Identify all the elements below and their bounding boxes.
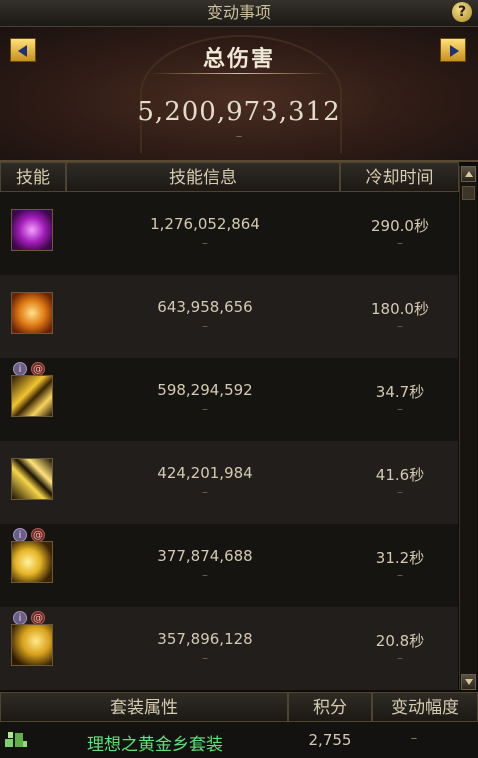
skill-damage-change: – bbox=[202, 485, 208, 499]
column-header-set-attr: 套装属性 bbox=[0, 692, 288, 722]
skill-list-scrollbar[interactable] bbox=[459, 166, 477, 690]
scroll-up-button[interactable] bbox=[461, 166, 476, 182]
skill-cooldown: 41.6秒 bbox=[375, 466, 425, 484]
rune-badge-icon: i bbox=[13, 362, 27, 376]
set-name: 理想之黄金乡套装 bbox=[87, 735, 223, 755]
total-damage-header: 总伤害 5,200,973,312 – bbox=[0, 27, 478, 162]
skill-badges: i @ bbox=[13, 606, 49, 625]
skill-badges: i @ bbox=[13, 523, 49, 542]
chevron-up-icon bbox=[465, 171, 473, 177]
skill-damage: 1,276,052,864 bbox=[150, 215, 260, 233]
skill-row[interactable]: i @ 377,874,688 – 31.2秒 – bbox=[0, 524, 458, 607]
column-header-change: 变动幅度 bbox=[372, 692, 478, 722]
rune-badge-icon: i bbox=[13, 611, 27, 625]
total-damage-value: 5,200,973,312 bbox=[137, 97, 341, 127]
window-title: 变动事项 bbox=[206, 3, 271, 22]
fire-burst-skill-icon bbox=[11, 292, 53, 334]
skill-damage: 377,874,688 bbox=[157, 547, 253, 565]
scroll-thumb[interactable] bbox=[462, 186, 475, 200]
skill-cooldown-change: – bbox=[397, 236, 403, 250]
skill-row[interactable]: i @ 598,294,592 – 34.7秒 – bbox=[0, 358, 458, 441]
skill-row[interactable]: 424,201,984 – 41.6秒 – bbox=[0, 441, 458, 524]
skill-badges: i @ bbox=[13, 357, 49, 376]
golden-wing-skill-icon bbox=[11, 541, 53, 583]
column-header-cooldown: 冷却时间 bbox=[340, 162, 459, 192]
skill-cooldown-change: – bbox=[397, 568, 403, 582]
skill-cooldown-change: – bbox=[397, 485, 403, 499]
skill-damage: 357,896,128 bbox=[157, 630, 253, 648]
skill-cooldown: 20.8秒 bbox=[375, 632, 425, 650]
set-change: – bbox=[410, 731, 418, 746]
lightning-strike-skill-icon bbox=[11, 458, 53, 500]
swirl-badge-icon: @ bbox=[31, 528, 45, 542]
swirl-badge-icon: @ bbox=[31, 362, 45, 376]
window-titlebar: 变动事项 ? bbox=[0, 0, 478, 27]
skill-damage-change: – bbox=[202, 236, 208, 250]
skill-damage-change: – bbox=[202, 319, 208, 333]
skill-damage-change: – bbox=[202, 568, 208, 582]
skill-damage-change: – bbox=[202, 651, 208, 665]
skill-damage: 598,294,592 bbox=[157, 381, 253, 399]
skill-cooldown-change: – bbox=[397, 319, 403, 333]
skill-cooldown: 290.0秒 bbox=[371, 217, 429, 235]
skill-damage-change: – bbox=[202, 402, 208, 416]
header-title: 总伤害 bbox=[202, 47, 275, 72]
skill-cooldown: 34.7秒 bbox=[375, 383, 425, 401]
skill-damage: 643,958,656 bbox=[157, 298, 253, 316]
chevron-down-icon bbox=[465, 679, 473, 685]
header-divider bbox=[150, 73, 328, 74]
golden-claw-skill-icon bbox=[11, 624, 53, 666]
skill-list[interactable]: 1,276,052,864 – 290.0秒 – 643,958,656 – 1… bbox=[0, 192, 458, 690]
swirl-badge-icon: @ bbox=[31, 611, 45, 625]
skill-row[interactable]: 643,958,656 – 180.0秒 – bbox=[0, 275, 458, 358]
set-bonus-row[interactable]: 理想之黄金乡套装 2,755 – bbox=[0, 722, 478, 758]
rune-badge-icon: i bbox=[13, 528, 27, 542]
purple-rune-skill-icon bbox=[11, 209, 53, 251]
golden-slash-skill-icon bbox=[11, 375, 53, 417]
scroll-down-button[interactable] bbox=[461, 674, 476, 690]
skill-row[interactable]: 1,276,052,864 – 290.0秒 – bbox=[0, 192, 458, 275]
skill-cooldown-change: – bbox=[397, 402, 403, 416]
skill-cooldown: 180.0秒 bbox=[371, 300, 429, 318]
skill-damage: 424,201,984 bbox=[157, 464, 253, 482]
set-score: 2,755 bbox=[308, 731, 352, 749]
column-header-skill: 技能 bbox=[0, 162, 66, 192]
help-icon[interactable]: ? bbox=[452, 2, 472, 22]
skill-row[interactable]: i @ 357,896,128 – 20.8秒 – bbox=[0, 607, 458, 690]
column-header-info: 技能信息 bbox=[66, 162, 340, 192]
total-damage-change: – bbox=[235, 129, 243, 144]
column-header-score: 积分 bbox=[288, 692, 372, 722]
skill-cooldown-change: – bbox=[397, 651, 403, 665]
set-bonus-icon bbox=[5, 732, 27, 747]
skill-cooldown: 31.2秒 bbox=[375, 549, 425, 567]
